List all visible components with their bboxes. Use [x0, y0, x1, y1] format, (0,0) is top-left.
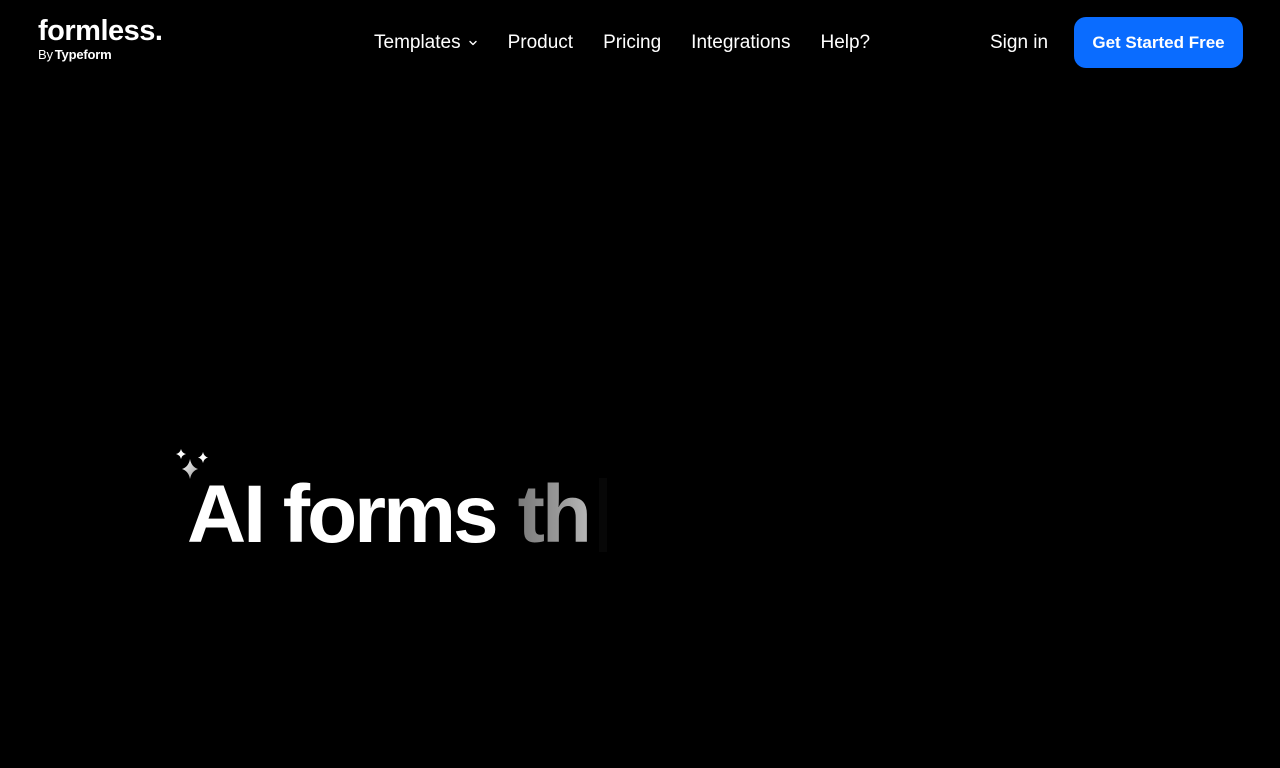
chevron-down-icon — [468, 38, 478, 48]
get-started-button[interactable]: Get Started Free — [1074, 17, 1243, 68]
nav-item-templates[interactable]: Templates — [374, 30, 478, 56]
nav-item-help[interactable]: Help? — [820, 30, 870, 56]
hero-headline: AI forms th — [187, 469, 608, 560]
nav-item-product[interactable]: Product — [508, 30, 573, 56]
hero-headline-static: AI forms — [187, 469, 499, 560]
logo-wordmark: formless. — [38, 15, 163, 47]
site-header: formless. By Typeform Templates Product P… — [0, 0, 1280, 86]
typing-caret — [599, 478, 608, 552]
logo-by-brand: Typeform — [54, 47, 112, 62]
logo-byline: By Typeform — [38, 47, 162, 63]
logo-by-prefix: By — [38, 47, 53, 62]
nav-item-integrations[interactable]: Integrations — [691, 30, 790, 56]
formless-logo-link[interactable]: formless. By Typeform — [38, 14, 163, 63]
main-nav: Templates Product Pricing Integrations H… — [374, 30, 870, 56]
landing-page: formless. By Typeform Templates Product P… — [0, 0, 1280, 768]
hero-headline-typing: th — [517, 469, 592, 560]
nav-item-pricing[interactable]: Pricing — [603, 30, 661, 56]
sign-in-link[interactable]: Sign in — [990, 30, 1048, 56]
nav-item-label: Templates — [374, 32, 461, 53]
